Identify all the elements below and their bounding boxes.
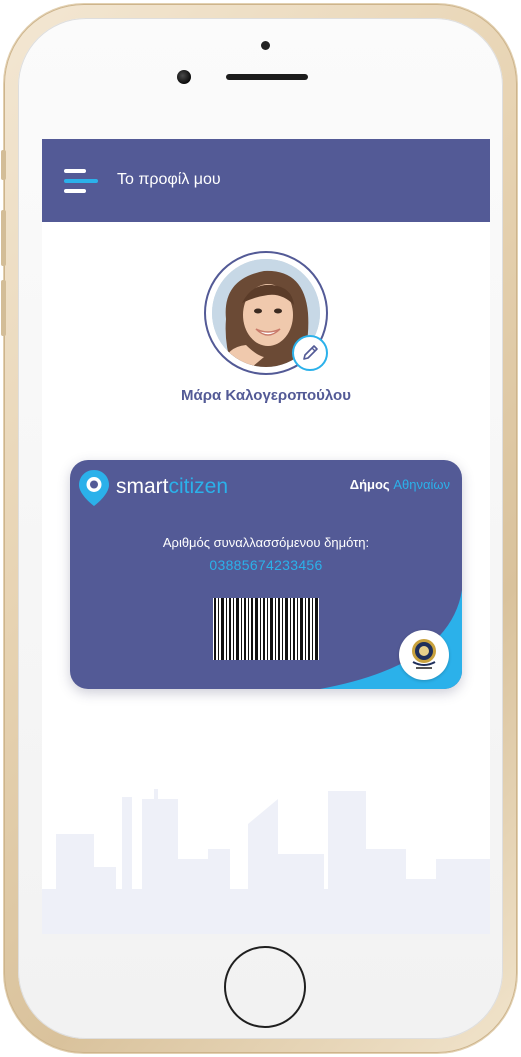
city-skyline-illustration [42,789,490,934]
volume-up-button [1,210,6,266]
brand-citizen: citizen [168,475,229,498]
citizen-number-label: Αριθμός συναλλασσόμενου δημότη: [162,535,370,550]
citizen-card[interactable]: smartcitizen Δήμος Αθηναίων Αριθμός συνα… [70,460,462,689]
brand-logo: smartcitizen [116,475,228,499]
home-button[interactable] [224,946,306,1028]
sensor-dot [261,41,270,50]
user-name: Μάρα Καλογεροπούλου [181,387,351,404]
location-pin-icon [79,470,109,506]
app-screen: Το προφίλ μου Μάρα Καλογεροπούλου smartc… [42,139,490,934]
municipality-name: Δήμος Αθηναίων [350,477,450,492]
municipality-prefix: Δήμος [349,477,390,492]
avatar-frame [204,251,328,375]
municipality-city: Αθηναίων [393,477,450,492]
barcode [213,598,319,660]
citizen-number: 03885674233456 [209,557,323,573]
brand-smart: smart [116,475,169,498]
earpiece-speaker [226,74,308,80]
page-title: Το προφίλ μου [117,171,221,188]
menu-icon[interactable] [64,169,98,193]
pencil-icon [303,345,318,360]
volume-down-button [1,280,6,336]
app-header: Το προφίλ μου [42,139,490,222]
front-camera [177,70,191,84]
municipality-seal [399,630,449,680]
mute-switch [1,150,6,180]
edit-avatar-button[interactable] [292,335,328,371]
